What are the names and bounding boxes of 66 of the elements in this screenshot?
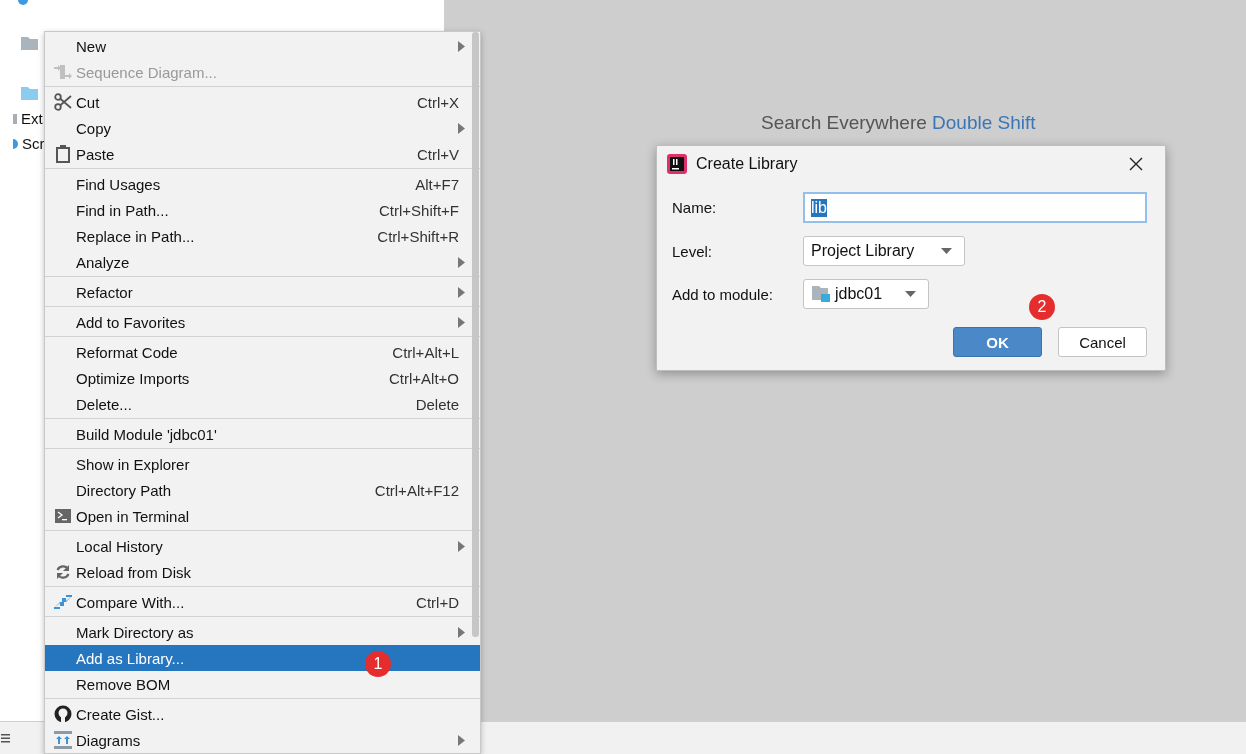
sequence-icon: [53, 63, 72, 81]
menu-item[interactable]: Find in Path... Ctrl+Shift+F: [45, 197, 480, 223]
menu-item[interactable]: Add to Favorites: [45, 309, 480, 335]
ok-button[interactable]: OK: [953, 327, 1042, 357]
compare-arrows-icon: [53, 593, 72, 611]
library-icon: [13, 113, 17, 124]
step-badge: 2: [1029, 294, 1055, 320]
menu-item[interactable]: Create Gist...: [45, 701, 480, 727]
step-badge: 1: [365, 651, 391, 677]
terminal-icon: [54, 509, 71, 523]
menu-item[interactable]: Local History: [45, 533, 480, 559]
shortcut-label: Ctrl+V: [416, 145, 459, 163]
shortcut-label: Ctrl+Alt+F12: [374, 481, 459, 499]
shortcut-label: Ctrl+X: [416, 93, 459, 111]
menu-icon[interactable]: [1, 733, 10, 743]
menu-item: Sequence Diagram...: [45, 59, 480, 85]
menu-item[interactable]: Optimize Imports Ctrl+Alt+O: [45, 365, 480, 391]
scissors-icon: [53, 93, 72, 111]
menu-item[interactable]: New: [45, 33, 480, 59]
menu-item[interactable]: Find Usages Alt+F7: [45, 171, 480, 197]
clipboard-icon: [55, 145, 70, 163]
field-label: Level:: [672, 242, 714, 260]
shortcut-label: Delete: [415, 395, 459, 413]
close-icon: [1129, 157, 1143, 171]
name-field[interactable]: lib: [803, 192, 1147, 223]
menu-item[interactable]: Replace in Path... Ctrl+Shift+R: [45, 223, 480, 249]
folder-icon: [21, 37, 38, 50]
module-dropdown[interactable]: jdbc01: [803, 279, 929, 309]
tree-item[interactable]: Ext: [21, 110, 43, 127]
scrollbar-thumb[interactable]: [472, 32, 479, 637]
shortcut-label: Ctrl+Alt+O: [388, 369, 459, 387]
menu-item[interactable]: Cut Ctrl+X: [45, 89, 480, 115]
module-folder-icon: [812, 286, 830, 302]
tree-item[interactable]: Scr: [22, 135, 45, 152]
field-label: Add to module:: [672, 285, 774, 303]
menu-item[interactable]: Open in Terminal: [45, 503, 480, 529]
level-dropdown[interactable]: Project Library: [803, 236, 965, 266]
shortcut-label: Ctrl+D: [416, 593, 459, 611]
dialog-title: Create Library: [696, 155, 798, 173]
shortcut-label: Ctrl+Alt+L: [392, 343, 459, 361]
app-logo-icon: [667, 154, 687, 174]
scratch-icon: [13, 138, 18, 149]
dropdown-arrow-icon: [905, 291, 916, 297]
diagram-icon: [53, 731, 72, 749]
folder-icon: [21, 87, 38, 100]
field-label: Name:: [672, 199, 718, 216]
round-logo-icon: [53, 705, 72, 723]
search-everywhere-hint: Search Everywhere Double Shift: [761, 112, 1036, 134]
shortcut-label: Alt+F7: [415, 175, 459, 193]
menu-item[interactable]: Analyze: [45, 249, 480, 275]
menu-item[interactable]: Copy: [45, 115, 480, 141]
menu-item[interactable]: Build Module 'jdbc01': [45, 421, 480, 447]
menu-item[interactable]: Reload from Disk: [45, 559, 480, 585]
menu-item[interactable]: Reformat Code Ctrl+Alt+L: [45, 339, 480, 365]
menu-item[interactable]: Paste Ctrl+V: [45, 141, 480, 167]
menu-item[interactable]: Directory Path Ctrl+Alt+F12: [45, 477, 480, 503]
shortcut-label: Ctrl+Shift+F: [378, 201, 459, 219]
menu-item[interactable]: Refactor: [45, 279, 480, 305]
shortcut-label: Ctrl+Shift+R: [377, 227, 459, 245]
menu-item[interactable]: Delete... Delete: [45, 391, 480, 417]
menu-item[interactable]: Mark Directory as: [45, 619, 480, 645]
cancel-button[interactable]: Cancel: [1058, 327, 1147, 357]
reload-icon: [54, 564, 71, 580]
dropdown-arrow-icon: [941, 248, 952, 254]
menu-item[interactable]: Show in Explorer: [45, 451, 480, 477]
menu-item[interactable]: Compare With... Ctrl+D: [45, 589, 480, 615]
